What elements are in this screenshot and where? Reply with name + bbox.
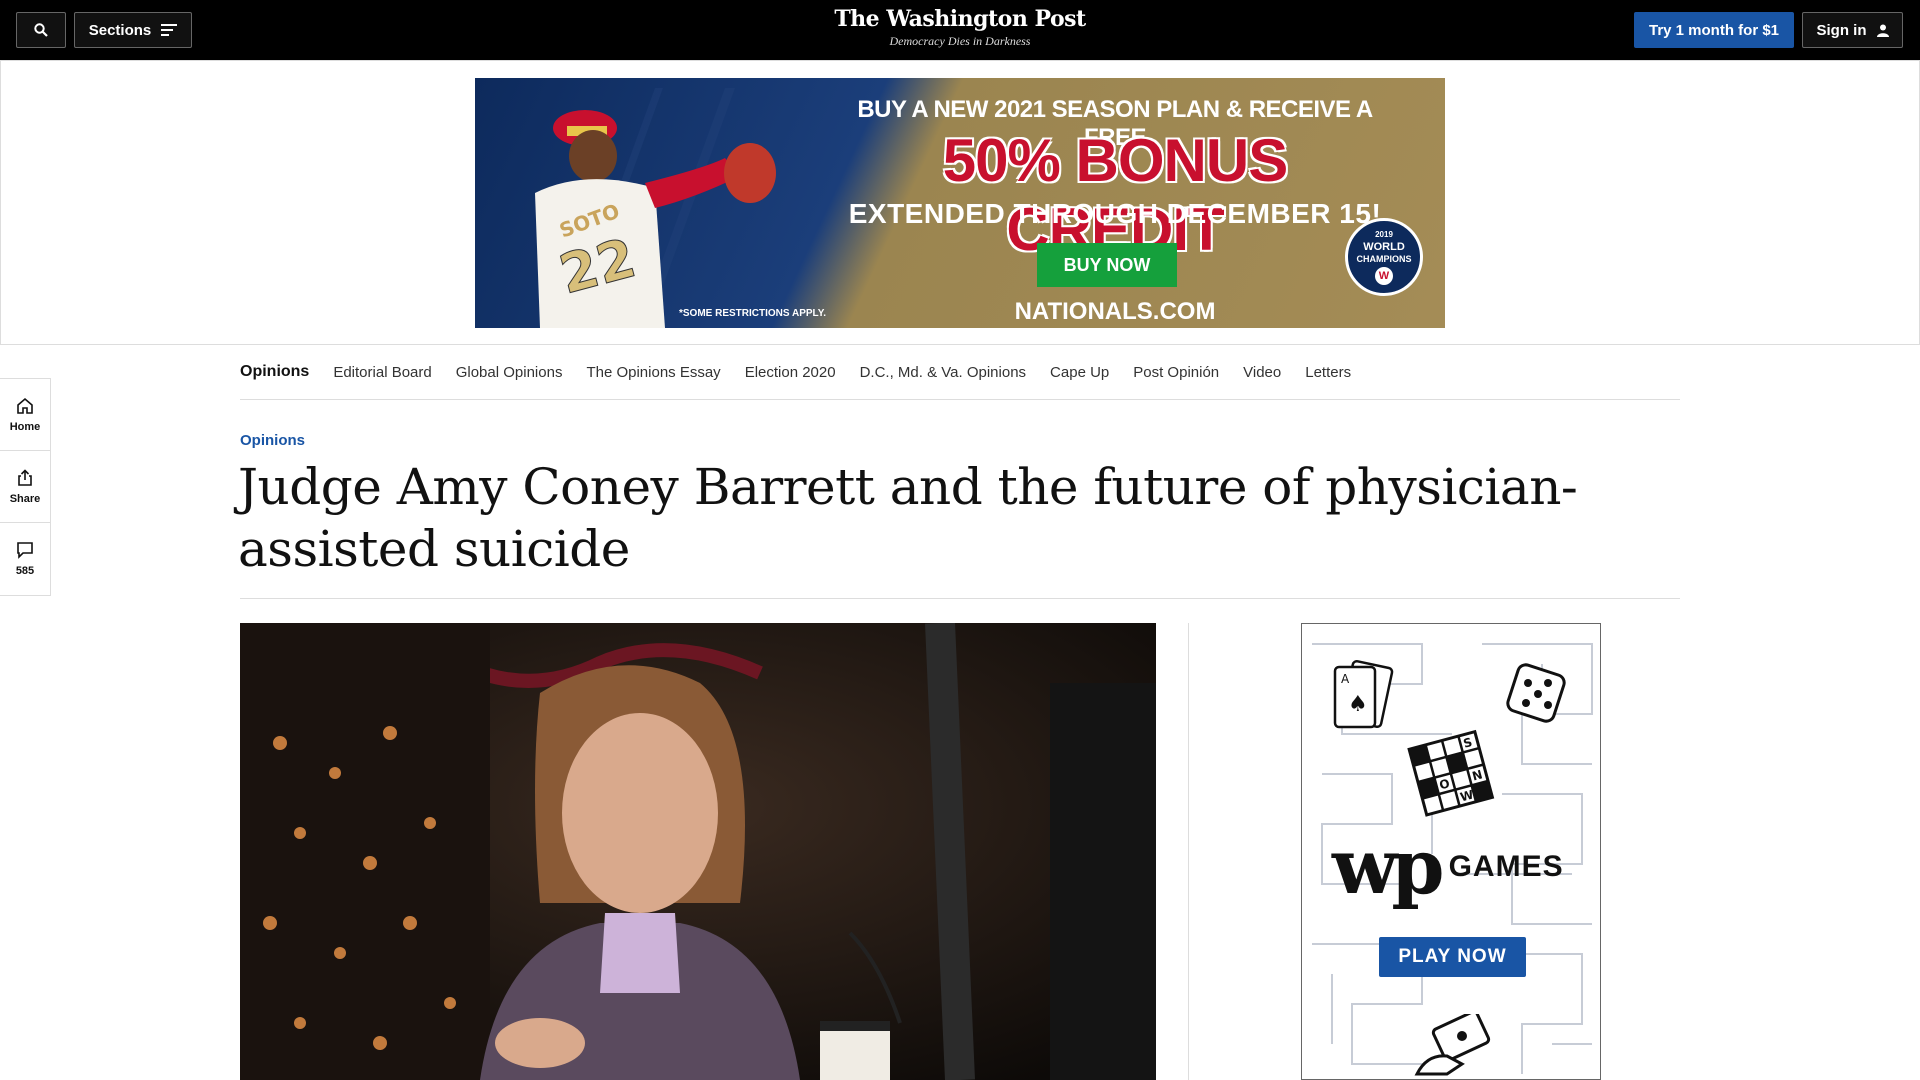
sign-in-button[interactable]: Sign in — [1802, 12, 1903, 48]
subnav-item-post-opinion[interactable]: Post Opinión — [1133, 364, 1219, 381]
crossword-icon: S O N W — [1407, 729, 1495, 817]
badge-line1: WORLD — [1363, 241, 1405, 253]
article-headline: Judge Amy Coney Barrett and the future o… — [238, 458, 1578, 578]
lead-photo-image — [240, 623, 1156, 1080]
wp-games-ad[interactable]: A ♠ S O N W wp GAMES PLAY NOW — [1301, 623, 1601, 1080]
column-divider — [1188, 623, 1189, 1080]
sign-in-label: Sign in — [1816, 21, 1867, 39]
lead-photo[interactable] — [240, 623, 1156, 1080]
world-champions-badge: 2019 WORLD CHAMPIONS W — [1345, 218, 1423, 296]
subnav-item-editorial-board[interactable]: Editorial Board — [333, 364, 431, 381]
headline-divider — [240, 598, 1680, 599]
subnav-item-election-2020[interactable]: Election 2020 — [745, 364, 836, 381]
playing-card-icon: A ♠ — [1333, 659, 1394, 729]
article-kicker[interactable]: Opinions — [240, 432, 305, 449]
baseball-player-illustration: SOTO 22 — [535, 88, 776, 328]
comments-count: 585 — [15, 565, 35, 577]
subnav-item-video[interactable]: Video — [1243, 364, 1281, 381]
subscribe-button[interactable]: Try 1 month for $1 — [1634, 12, 1794, 48]
badge-line2: CHAMPIONS — [1356, 254, 1412, 264]
play-now-button[interactable]: PLAY NOW — [1379, 937, 1526, 977]
nationals-ad-banner[interactable]: SOTO 22 BUY A NEW 2021 SEASON PLAN & REC… — [475, 78, 1445, 328]
share-icon — [18, 468, 32, 486]
subnav-item-dc-md-va[interactable]: D.C., Md. & Va. Opinions — [860, 364, 1026, 381]
dice-icon — [1506, 663, 1566, 723]
logo-tagline: Democracy Dies in Darkness — [889, 34, 1031, 48]
opinions-subnav: Opinions Editorial Board Global Opinions… — [240, 345, 1680, 400]
ad-restrictions: *SOME RESTRICTIONS APPLY. — [679, 308, 827, 319]
comments-button[interactable]: 585 — [0, 523, 50, 595]
user-icon — [1876, 24, 1889, 37]
logo-name: The Washington Post — [834, 6, 1086, 32]
subnav-item-cape-up[interactable]: Cape Up — [1050, 364, 1109, 381]
home-button[interactable]: Home — [0, 379, 50, 451]
nationals-logo-icon: W — [1375, 267, 1393, 285]
site-logo[interactable]: The Washington Post Democracy Dies in Da… — [0, 6, 1920, 49]
badge-year: 2019 — [1375, 230, 1393, 239]
top-navigation-bar: Sections The Washington Post Democracy D… — [0, 0, 1920, 60]
comment-icon — [17, 542, 33, 559]
subnav-item-opinions-essay[interactable]: The Opinions Essay — [586, 364, 720, 381]
home-label: Home — [9, 420, 41, 433]
hand-card-icon — [1414, 1014, 1491, 1076]
wp-monogram: wp — [1332, 822, 1445, 911]
ad-buy-now-button[interactable]: BUY NOW — [1037, 243, 1177, 287]
svg-text:♠: ♠ — [1348, 692, 1368, 717]
subnav-item-opinions[interactable]: Opinions — [240, 363, 309, 381]
home-icon — [17, 397, 33, 414]
share-label: Share — [9, 492, 41, 505]
games-word: GAMES — [1448, 850, 1564, 883]
ad-headline-sub: EXTENDED THROUGH DECEMBER 15! — [848, 198, 1382, 229]
wp-games-logo: wp GAMES — [1332, 829, 1564, 905]
subnav-item-global-opinions[interactable]: Global Opinions — [456, 364, 563, 381]
share-button[interactable]: Share — [0, 451, 50, 523]
ad-url: NATIONALS.COM — [1014, 298, 1216, 325]
subnav-item-letters[interactable]: Letters — [1305, 364, 1351, 381]
svg-text:A: A — [1341, 672, 1350, 686]
left-action-rail: Home Share 585 — [0, 378, 51, 596]
